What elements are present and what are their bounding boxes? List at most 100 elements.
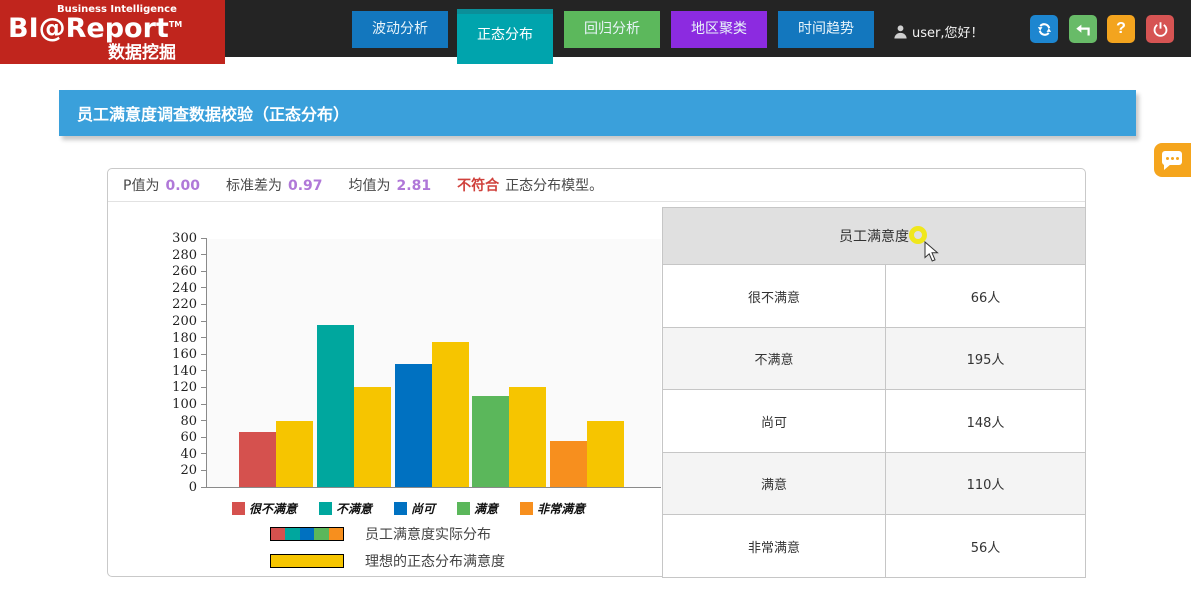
bar-ideal-满意[interactable]: [509, 387, 546, 487]
analysis-panel: P值为0.00 标准差为0.97 均值为2.81 不符合 正态分布模型。 020…: [107, 168, 1086, 577]
legend-label: 不满意: [336, 500, 372, 517]
panel-content: 0204060801001201401601802002202402602803…: [108, 202, 1085, 576]
p-value: 0.00: [165, 178, 200, 194]
user-menu[interactable]: user,您好！: [893, 20, 984, 42]
table-cell-label: 满意: [663, 452, 886, 515]
back-button[interactable]: [1069, 15, 1097, 43]
legend-actual-series: 员工满意度实际分布: [270, 524, 491, 544]
bar-ideal-很不满意[interactable]: [276, 421, 313, 487]
bar-actual-满意[interactable]: [472, 396, 509, 487]
table-cell-label: 尚可: [663, 390, 886, 453]
std-dev-label: 标准差为: [226, 178, 282, 194]
chat-bubble-tail: [1164, 164, 1171, 170]
actual-series-label: 员工满意度实际分布: [365, 524, 491, 544]
refresh-icon: [1036, 21, 1053, 38]
y-axis-tick-mark: [201, 287, 207, 288]
y-axis-tick-label: 280: [157, 248, 197, 263]
legend-item-非常满意: 非常满意: [520, 500, 585, 517]
mean-label: 均值为: [349, 178, 391, 194]
top-header: Business Intelligence BI@ReportTM 数据挖掘 波…: [0, 0, 1191, 57]
user-greeting: user,您好！: [912, 22, 984, 41]
table-row: 尚可 148人: [663, 390, 1086, 453]
page-title-banner: 员工满意度调查数据校验（正态分布）: [59, 90, 1136, 136]
bar-actual-很不满意[interactable]: [239, 432, 276, 487]
y-axis-tick-mark: [201, 387, 207, 388]
legend-label: 满意: [474, 500, 498, 517]
legend-swatch-icon: [319, 502, 332, 515]
y-axis-tick-label: 140: [157, 364, 197, 379]
help-button[interactable]: ?: [1107, 15, 1135, 43]
y-axis-tick-label: 200: [157, 314, 197, 329]
y-axis-tick-label: 20: [157, 463, 197, 478]
table-cell-value: 56人: [886, 515, 1086, 578]
y-axis-tick-label: 40: [157, 447, 197, 462]
bar-ideal-非常满意[interactable]: [587, 421, 624, 487]
trademark-mark: TM: [169, 20, 182, 29]
legend-item-尚可: 尚可: [394, 500, 435, 517]
legend-swatch-icon: [520, 502, 533, 515]
legend-label: 尚可: [411, 500, 435, 517]
table-row: 不满意 195人: [663, 327, 1086, 390]
bar-ideal-不满意[interactable]: [354, 387, 391, 487]
y-axis-tick-label: 60: [157, 430, 197, 445]
y-axis-tick-label: 100: [157, 397, 197, 412]
y-axis-tick-mark: [201, 354, 207, 355]
table-cell-value: 66人: [886, 265, 1086, 328]
y-axis-tick-mark: [201, 437, 207, 438]
tab-region-clustering[interactable]: 地区聚类: [671, 11, 767, 48]
y-axis-tick-mark: [201, 487, 207, 488]
y-axis-tick-mark: [201, 271, 207, 272]
table-header-employee-satisfaction[interactable]: 员工满意度: [663, 208, 1086, 265]
bar-chart: 0204060801001201401601802002202402602803…: [206, 239, 661, 488]
actual-series-swatch: [270, 527, 344, 541]
ideal-series-label: 理想的正态分布满意度: [365, 551, 505, 571]
back-arrow-icon: [1075, 21, 1092, 38]
tab-time-trend[interactable]: 时间趋势: [778, 11, 874, 48]
y-axis-tick-mark: [201, 254, 207, 255]
mean-value: 2.81: [397, 178, 432, 194]
satisfaction-table: 员工满意度 很不满意 66人 不满意 195人 尚可 148人 满意 110人: [662, 207, 1086, 578]
y-axis-tick-label: 120: [157, 380, 197, 395]
y-axis-tick-label: 240: [157, 281, 197, 296]
category-legend: 很不满意 不满意 尚可 满意 非常满意: [232, 500, 585, 517]
tab-normal-distribution[interactable]: 正态分布: [457, 9, 553, 64]
table-row: 很不满意 66人: [663, 265, 1086, 328]
question-mark-icon: ?: [1116, 20, 1126, 38]
logout-button[interactable]: [1146, 15, 1174, 43]
table-cell-value: 195人: [886, 327, 1086, 390]
table-header-row: 员工满意度: [663, 208, 1086, 265]
bar-actual-尚可[interactable]: [395, 364, 432, 487]
bar-actual-非常满意[interactable]: [550, 441, 587, 487]
p-value-label: P值为: [123, 178, 159, 194]
y-axis-tick-label: 260: [157, 264, 197, 279]
legend-label: 很不满意: [249, 500, 297, 517]
power-icon: [1152, 21, 1169, 38]
feedback-chat-button[interactable]: [1154, 143, 1191, 177]
bar-actual-不满意[interactable]: [317, 325, 354, 487]
legend-swatch-icon: [394, 502, 407, 515]
y-axis-tick-mark: [201, 370, 207, 371]
legend-swatch-icon: [232, 502, 245, 515]
y-axis-tick-label: 220: [157, 297, 197, 312]
bar-ideal-尚可[interactable]: [432, 342, 469, 487]
y-axis-tick-mark: [201, 304, 207, 305]
y-axis-tick-mark: [201, 337, 207, 338]
legend-ideal-series: 理想的正态分布满意度: [270, 551, 505, 571]
verdict-text: 不符合: [457, 175, 499, 195]
y-axis-tick-mark: [201, 404, 207, 405]
legend-item-满意: 满意: [457, 500, 498, 517]
statistics-bar: P值为0.00 标准差为0.97 均值为2.81 不符合 正态分布模型。: [108, 169, 1085, 202]
table-cell-label: 非常满意: [663, 515, 886, 578]
y-axis-tick-mark: [201, 453, 207, 454]
table-cell-label: 很不满意: [663, 265, 886, 328]
app-logo[interactable]: Business Intelligence BI@ReportTM 数据挖掘: [0, 0, 225, 64]
y-axis-tick-mark: [201, 420, 207, 421]
tab-regression-analysis[interactable]: 回归分析: [564, 11, 660, 48]
table-row: 非常满意 56人: [663, 515, 1086, 578]
refresh-button[interactable]: [1030, 15, 1058, 43]
y-axis-tick-label: 300: [157, 231, 197, 246]
chat-bubble-icon: [1162, 151, 1182, 165]
legend-item-很不满意: 很不满意: [232, 500, 297, 517]
tab-fluctuation-analysis[interactable]: 波动分析: [352, 11, 448, 48]
table-cell-value: 148人: [886, 390, 1086, 453]
